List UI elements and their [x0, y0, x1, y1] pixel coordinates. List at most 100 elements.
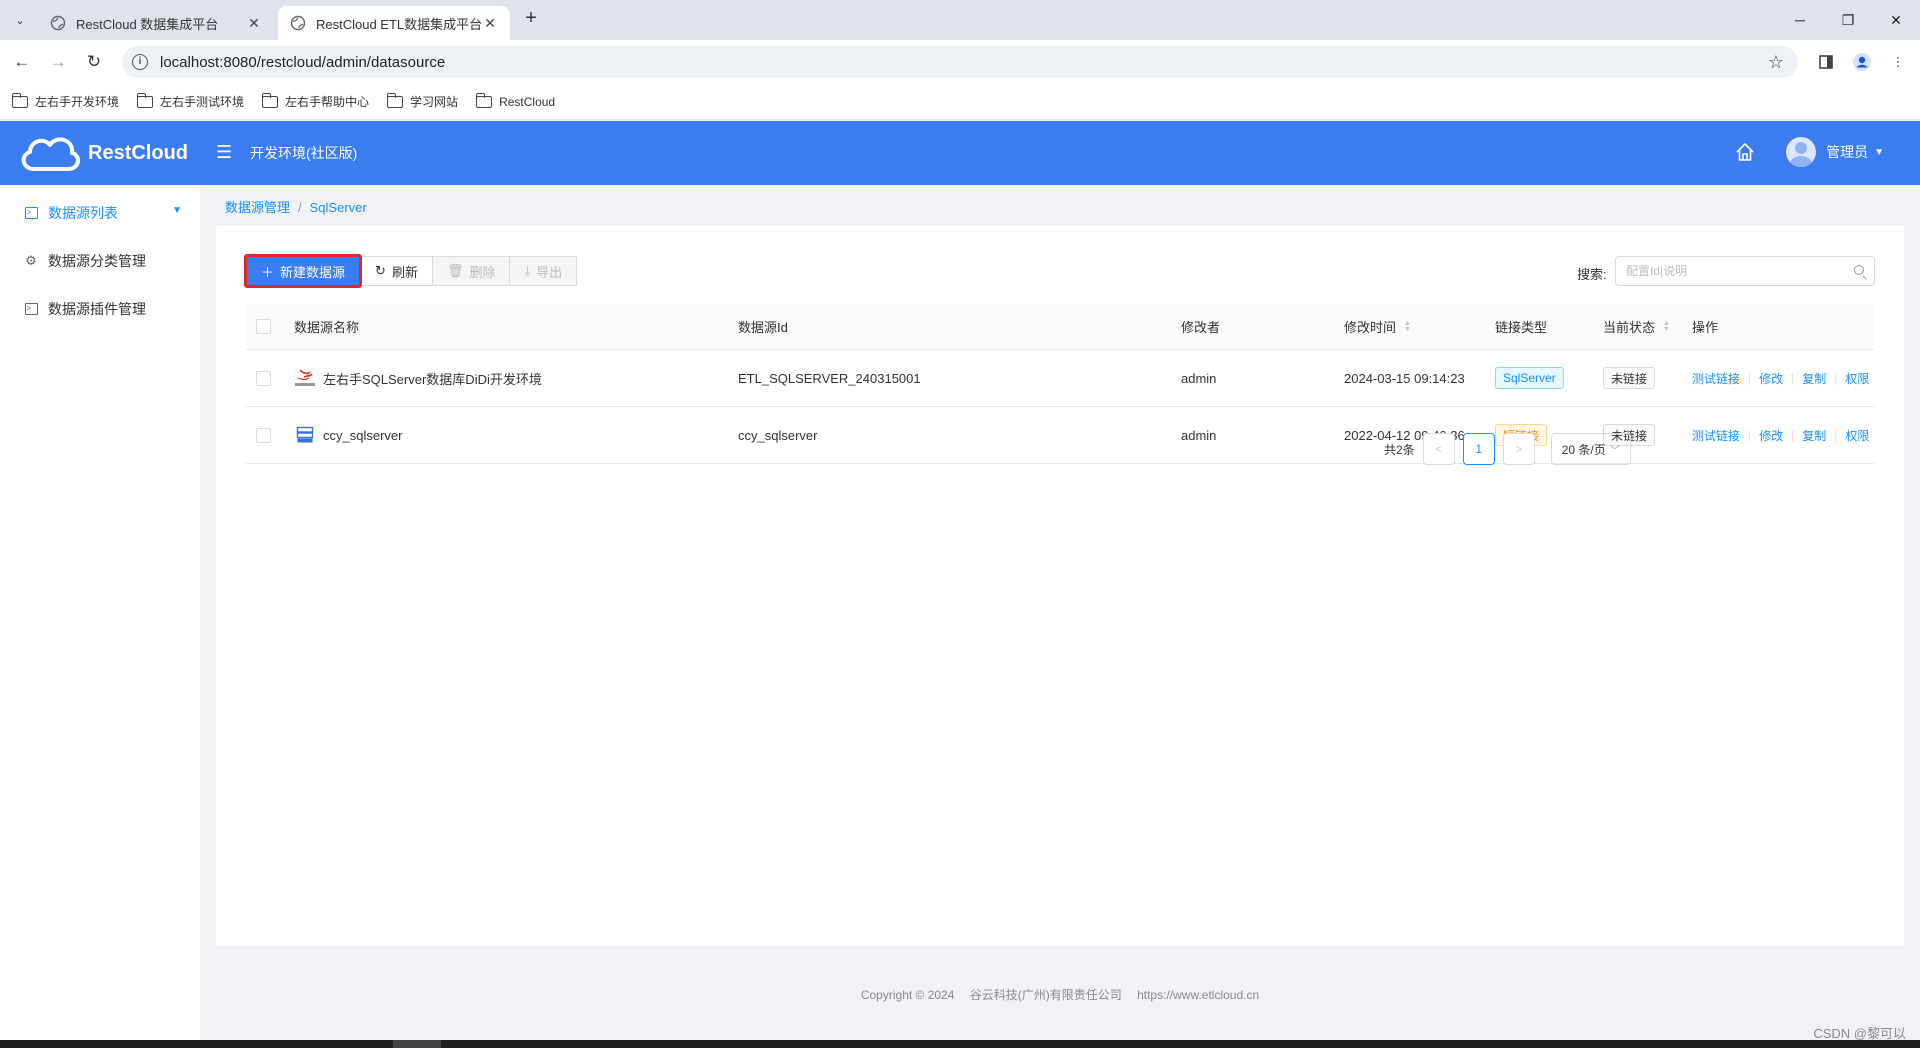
breadcrumb: 数据源管理 / SqlServer: [225, 197, 367, 216]
breadcrumb-root[interactable]: 数据源管理: [225, 200, 290, 215]
page-size-select[interactable]: 20 条/页 ﹀: [1550, 433, 1631, 465]
browser-tab-1[interactable]: RestCloud 数据集成平台 ✕: [38, 6, 274, 40]
address-url: localhost:8080/restcloud/admin/datasourc…: [160, 53, 446, 71]
back-arrow-icon[interactable]: ←: [10, 50, 34, 74]
sidebar-item-category-management[interactable]: ⚙ 数据源分类管理: [0, 237, 200, 285]
browser-tabstrip: ⌄ RestCloud 数据集成平台 ✕ RestCloud ETL数据集成平台…: [0, 0, 1920, 40]
address-bar[interactable]: i localhost:8080/restcloud/admin/datasou…: [122, 46, 1798, 78]
close-tab-icon[interactable]: ✕: [482, 15, 498, 32]
modifier: admin: [1181, 370, 1217, 386]
bookmark-label: 左右手测试环境: [160, 95, 245, 109]
sort-icon[interactable]: ▲ ▼: [1663, 320, 1670, 333]
bookmark-folder[interactable]: 左右手开发环境: [11, 92, 120, 110]
ops-cell: 测试链接 | 修改 | 复制 | 权限: [1692, 427, 1870, 444]
minimize-icon[interactable]: ─: [1776, 0, 1824, 40]
download-icon: ⤓: [524, 263, 531, 278]
terminal-icon: >: [24, 302, 38, 316]
datasource-name[interactable]: ccy_sqlserver: [323, 428, 402, 443]
close-tab-icon[interactable]: ✕: [246, 15, 262, 32]
column-header-id: 数据源Id: [738, 320, 788, 335]
datasource-id: ETL_SQLSERVER_240315001: [738, 370, 921, 386]
sqlserver-logo-icon: [294, 368, 316, 388]
action-button-group: ＋ 新建数据源 ↻ 刷新 🗑 删除 ⤓ 导出: [243, 254, 578, 288]
test-connection-link[interactable]: 测试链接: [1692, 427, 1740, 444]
search-input[interactable]: [1626, 257, 1846, 285]
new-tab-icon[interactable]: +: [520, 8, 542, 30]
new-datasource-button[interactable]: ＋ 新建数据源: [243, 254, 363, 288]
browser-toolbar: ← → ↻ i localhost:8080/restcloud/admin/d…: [0, 40, 1920, 84]
search-label: 搜索:: [1577, 267, 1607, 282]
column-header-modified-time[interactable]: 修改时间 ▲ ▼: [1344, 304, 1411, 349]
pagination: 共2条 < 1 > 20 条/页 ﹀: [1384, 433, 1631, 465]
globe-icon: [290, 15, 306, 31]
home-icon[interactable]: [1734, 141, 1756, 163]
folder-icon: [475, 92, 493, 108]
sidebar-item-datasource-list[interactable]: > 数据源列表 ▼: [0, 189, 200, 237]
globe-icon: [50, 15, 66, 31]
bookmark-folder[interactable]: 左右手帮助中心: [261, 92, 369, 110]
sidebar-item-plugin-management[interactable]: > 数据源插件管理: [0, 285, 200, 333]
side-panel-icon[interactable]: [1814, 50, 1838, 74]
bookmark-folder[interactable]: 学习网站: [386, 92, 458, 110]
bookmark-folder[interactable]: RestCloud: [475, 92, 555, 109]
site-info-icon[interactable]: i: [132, 54, 148, 70]
edit-link[interactable]: 修改: [1759, 427, 1783, 444]
export-button[interactable]: ⤓ 导出: [509, 256, 578, 286]
browser-tab-title: RestCloud 数据集成平台: [76, 16, 219, 32]
copy-link[interactable]: 复制: [1802, 427, 1826, 444]
table-header: 数据源名称 数据源Id 修改者 修改时间 ▲ ▼ 链接类型 当前状态 ▲ ▼ 操作: [246, 304, 1874, 350]
forward-arrow-icon[interactable]: →: [46, 50, 70, 74]
refresh-button[interactable]: ↻ 刷新: [360, 256, 433, 286]
permission-link[interactable]: 权限: [1845, 427, 1869, 444]
footer-company: 谷云科技(广州)有限责任公司: [969, 988, 1122, 1002]
profile-icon[interactable]: [1850, 50, 1874, 74]
row-select-cell: [256, 407, 271, 463]
folder-icon: [11, 92, 28, 108]
bookmark-star-icon[interactable]: ☆: [1768, 52, 1784, 73]
datasource-name[interactable]: 左右手SQLServer数据库DiDi开发环境: [323, 369, 542, 388]
user-menu[interactable]: 管理员 ▼: [1786, 137, 1884, 167]
breadcrumb-current[interactable]: SqlServer: [310, 200, 367, 215]
reload-icon[interactable]: ↻: [82, 50, 106, 74]
delete-label: 删除: [469, 264, 496, 280]
page-number-button[interactable]: 1: [1462, 433, 1495, 465]
tab-search-chevron-icon[interactable]: ⌄: [8, 8, 32, 32]
bookmark-label: 左右手开发环境: [35, 95, 120, 109]
row-checkbox[interactable]: [256, 427, 271, 443]
restore-icon[interactable]: ❐: [1824, 0, 1872, 40]
app-header: RestCloud ☰ 开发环境(社区版) 管理员 ▼: [0, 121, 1920, 185]
row-select-cell: [256, 350, 271, 406]
delete-button[interactable]: 🗑 删除: [431, 256, 511, 286]
permission-link[interactable]: 权限: [1845, 370, 1869, 387]
sort-icon[interactable]: ▲ ▼: [1404, 320, 1411, 333]
sidebar-item-label: 数据源列表: [48, 205, 118, 221]
next-page-button[interactable]: >: [1502, 433, 1535, 465]
column-header-ops: 操作: [1692, 320, 1719, 335]
edit-link[interactable]: 修改: [1759, 370, 1783, 387]
footer-website[interactable]: https://www.etlcloud.cn: [1137, 988, 1259, 1002]
copy-link[interactable]: 复制: [1802, 370, 1826, 387]
modified-time: 2024-03-15 09:14:23: [1344, 370, 1465, 386]
more-menu-icon[interactable]: ⋮: [1886, 50, 1910, 74]
prev-page-button[interactable]: <: [1422, 433, 1455, 465]
plus-icon: ＋: [261, 264, 275, 280]
trash-icon: 🗑: [446, 263, 464, 278]
taskbar-highlight: [393, 1040, 441, 1048]
menu-fold-icon[interactable]: ☰: [216, 142, 232, 163]
select-all-checkbox[interactable]: [256, 319, 271, 334]
row-checkbox[interactable]: [256, 370, 271, 386]
search-icon[interactable]: [1854, 265, 1864, 275]
test-connection-link[interactable]: 测试链接: [1692, 370, 1740, 387]
bookmark-folder[interactable]: 左右手测试环境: [136, 92, 245, 110]
folder-icon: [261, 92, 279, 108]
caret-down-icon: ▼: [1874, 146, 1884, 158]
sidebar-item-label: 数据源分类管理: [48, 253, 146, 269]
pagination-total: 共2条: [1384, 442, 1415, 457]
close-window-icon[interactable]: ✕: [1872, 0, 1920, 40]
browser-tab-2[interactable]: RestCloud ETL数据集成平台 ✕: [278, 6, 510, 40]
brand-name: RestCloud: [88, 141, 188, 164]
table-row[interactable]: 左右手SQLServer数据库DiDi开发环境 ETL_SQLSERVER_24…: [246, 350, 1874, 407]
column-header-status[interactable]: 当前状态 ▲ ▼: [1603, 304, 1670, 349]
page-size-value: 20 条/页: [1561, 442, 1606, 457]
brand-logo[interactable]: RestCloud: [18, 131, 188, 175]
